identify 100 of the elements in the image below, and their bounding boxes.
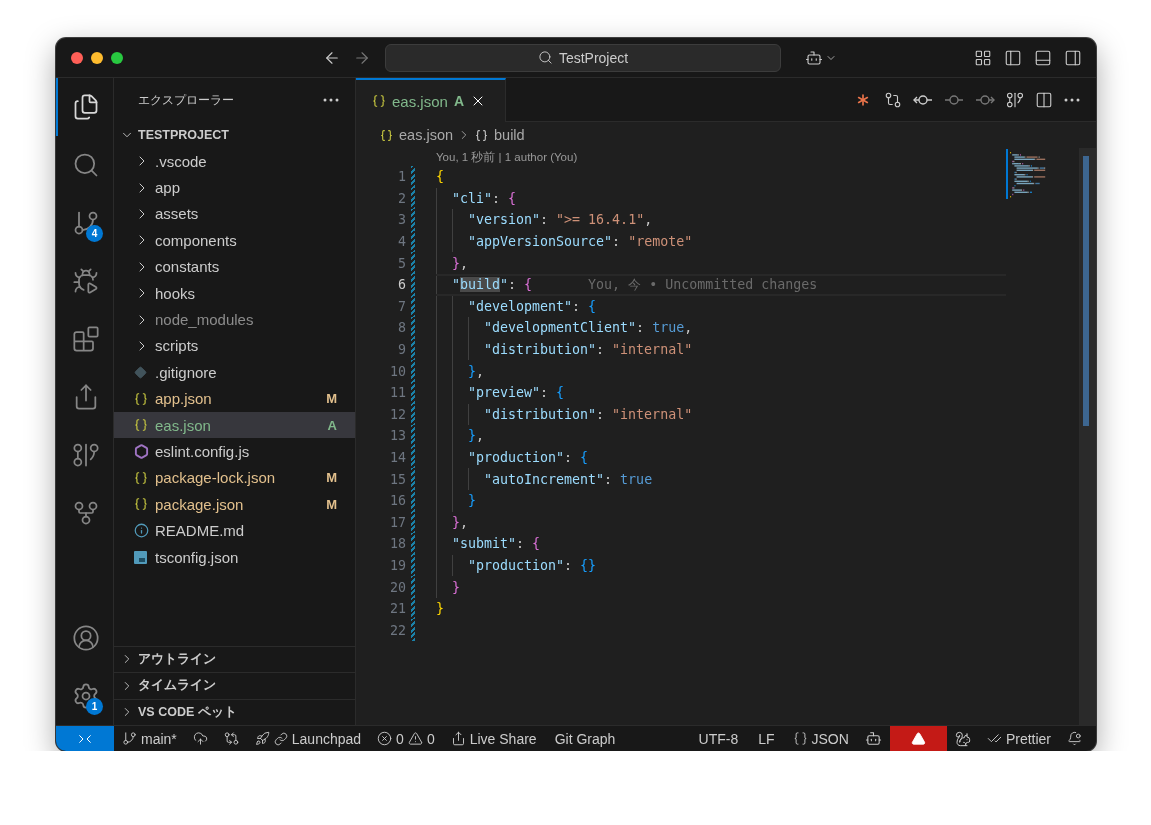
error-icon: [377, 731, 393, 746]
compare-icon: [884, 90, 902, 109]
code-line: "developmentClient": true,: [484, 319, 693, 338]
breadcrumb-item[interactable]: eas.json: [380, 127, 453, 143]
command-center-search[interactable]: TestProject: [385, 43, 781, 72]
commit-right-icon[interactable]: [975, 93, 995, 106]
branch-button[interactable]: main*: [114, 726, 185, 751]
bell-icon: [1067, 731, 1082, 746]
more-icon[interactable]: [1064, 97, 1080, 102]
code-line: "version": ">= 16.4.1",: [468, 211, 653, 230]
tree-item[interactable]: package.json M: [114, 491, 355, 518]
line-number: 2: [397, 190, 406, 206]
commit-left-icon[interactable]: [913, 93, 933, 106]
code-line: "submit": {: [452, 535, 541, 554]
line-number: 1: [397, 169, 406, 185]
codelens-text[interactable]: You, 1 秒前 | 1 author (You): [356, 148, 1006, 166]
code-line: "distribution": "internal": [484, 405, 693, 424]
code-line: "development": {: [468, 297, 597, 316]
tree-item[interactable]: constants: [114, 253, 355, 280]
code-line: },: [452, 513, 469, 532]
activity-bar-item[interactable]: 1: [56, 667, 113, 725]
line-number: 21: [389, 601, 406, 617]
tree-item[interactable]: node_modules: [114, 306, 355, 333]
code-line: "autoIncrement": true: [484, 470, 653, 489]
cloud-upload-icon: [192, 731, 208, 746]
tree-item[interactable]: components: [114, 227, 355, 254]
tree-item[interactable]: assets: [114, 200, 355, 228]
line-number: 10: [389, 363, 406, 379]
line-number: 9: [397, 342, 406, 358]
tree-item[interactable]: package-lock.json M: [114, 464, 355, 492]
code-line: }: [468, 492, 476, 511]
line-number: 5: [397, 255, 406, 271]
language-mode-button[interactable]: JSON: [784, 726, 857, 751]
alert-button[interactable]: [889, 726, 947, 751]
braces-icon: [134, 470, 148, 485]
tree-item[interactable]: tsconfig.json: [114, 543, 355, 571]
section-header[interactable]: アウトライン: [114, 645, 355, 672]
zoom-window-button[interactable]: [111, 51, 123, 64]
problems-button[interactable]: 0 0: [369, 726, 443, 751]
git-status-letter: M: [326, 496, 337, 512]
link-icon: [273, 731, 288, 746]
section-header[interactable]: タイムライン: [114, 672, 355, 699]
line-number: 22: [389, 622, 406, 638]
tree-item[interactable]: eas.json A: [114, 411, 355, 439]
braces-icon: [372, 94, 386, 108]
line-number: 20: [389, 579, 406, 595]
code-line: "production": {}: [468, 557, 597, 575]
code-line: },: [468, 427, 485, 446]
section-header[interactable]: VS CODE ペット: [114, 698, 355, 725]
activity-bar-item[interactable]: 4: [56, 194, 113, 252]
code-line: },: [468, 362, 485, 381]
account-icon: [71, 624, 100, 652]
line-number: 18: [389, 536, 406, 552]
tree-item[interactable]: app: [114, 174, 355, 201]
copilot-menu-button[interactable]: [805, 48, 837, 67]
project-header[interactable]: TESTPROJECT: [114, 122, 355, 148]
scrollbar[interactable]: [1079, 148, 1096, 725]
line-number: 11: [389, 385, 406, 401]
close-window-button[interactable]: [71, 51, 83, 64]
tree-item[interactable]: .gitignore: [114, 359, 355, 386]
status-item[interactable]: Git Graph: [544, 726, 626, 751]
braces-icon: [134, 391, 148, 406]
braces-icon: [134, 497, 148, 512]
count-badge: 4: [86, 225, 103, 242]
minimize-window-button[interactable]: [91, 51, 103, 64]
code-line: }: [452, 578, 460, 597]
braces-icon: [792, 731, 808, 746]
braces-icon: [134, 418, 148, 433]
tree-item[interactable]: .vscode: [114, 148, 355, 175]
launchpad-button[interactable]: Launchpad: [246, 726, 370, 751]
editor-tab[interactable]: eas.json A: [356, 78, 506, 122]
commit-icon[interactable]: [944, 93, 964, 106]
bug-play-icon: [71, 267, 100, 295]
braces-icon: [380, 128, 393, 142]
split-editor-icon: [1035, 90, 1053, 109]
line-number: 19: [389, 558, 406, 573]
tree-item[interactable]: README.md: [114, 517, 355, 544]
tree-item[interactable]: scripts: [114, 332, 355, 360]
status-item[interactable]: UTF-8: [688, 726, 749, 751]
diamond-icon: [134, 365, 147, 379]
status-item[interactable]: LF: [748, 726, 785, 751]
live-share-button[interactable]: Live Share: [442, 726, 545, 751]
code-line: },: [452, 254, 469, 273]
code-line: "production": {: [468, 449, 589, 467]
hexagon-icon: [134, 444, 149, 459]
git-graph-icon: [1006, 90, 1024, 109]
code-line: "cli": {: [452, 189, 517, 208]
compare-icon: [223, 731, 239, 746]
git-status-letter: A: [327, 417, 337, 433]
breadcrumb-item[interactable]: build: [475, 127, 525, 143]
prettier-button[interactable]: Prettier: [978, 726, 1059, 751]
tree-item[interactable]: hooks: [114, 279, 355, 307]
tree-item[interactable]: eslint.config.js: [114, 438, 355, 465]
search-icon: [537, 50, 553, 65]
more-icon[interactable]: [323, 98, 339, 102]
line-number: 16: [389, 493, 406, 509]
rocket-icon: [254, 731, 270, 746]
tree-item[interactable]: app.json M: [114, 385, 355, 412]
line-number: 14: [389, 450, 406, 465]
bot-icon: [805, 48, 823, 67]
